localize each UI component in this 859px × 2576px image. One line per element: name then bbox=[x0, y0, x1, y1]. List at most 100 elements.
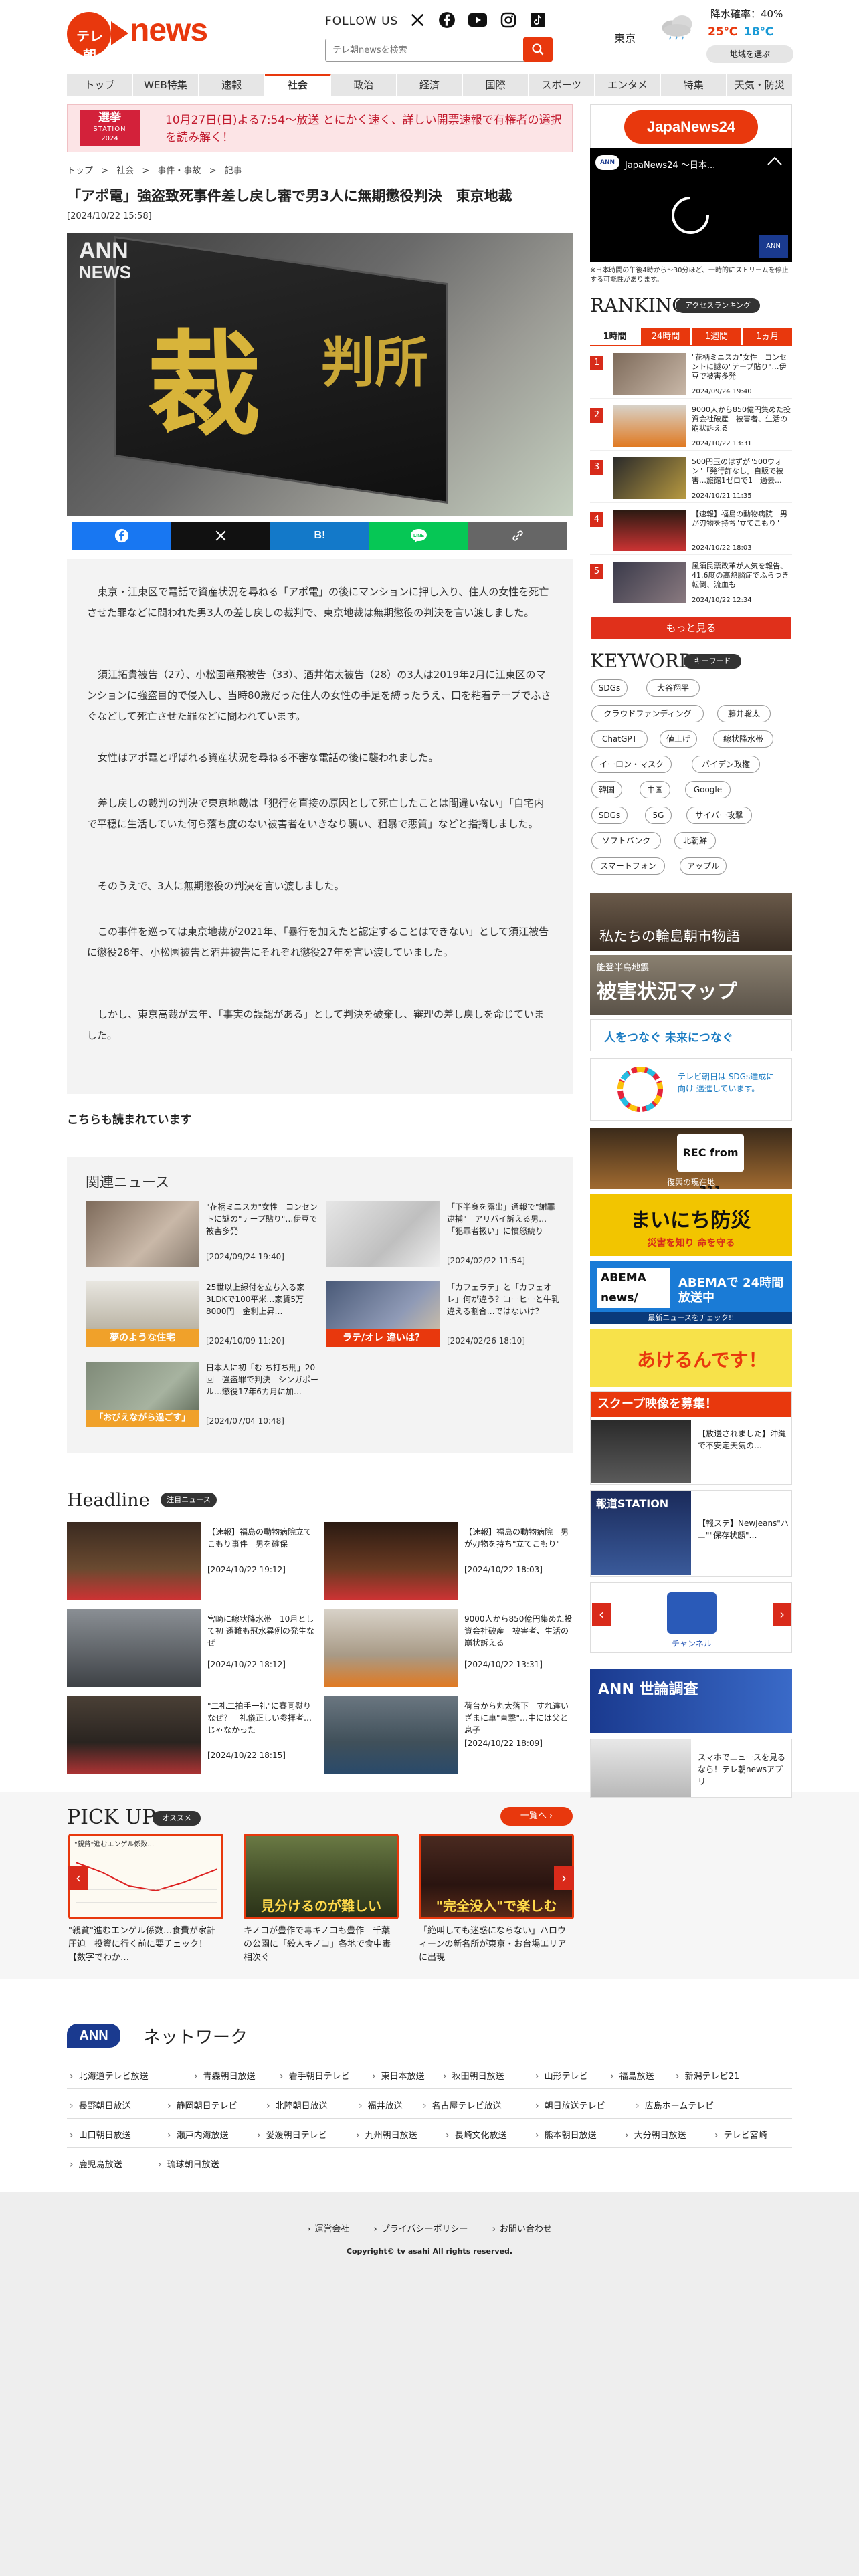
keyword-tag[interactable]: バイデン政権 bbox=[692, 756, 760, 773]
sdgs-banner[interactable]: 人をつなぐ 未来につなぐ bbox=[590, 1019, 792, 1051]
carousel-next-button[interactable]: › bbox=[773, 1603, 791, 1626]
related-item[interactable]: 「おびえながら過ごす」 日本人に初「む ち打ち刑」20回 強盗罪で判決 シンガポ… bbox=[86, 1362, 320, 1428]
nav-item-web-feature[interactable]: WEB特集 bbox=[133, 74, 199, 96]
app-banner[interactable]: スマホでニュースを見るなら！テレ朝newsアプリ bbox=[590, 1739, 792, 1798]
related-item[interactable]: ラテ/オレ 違いは？ 「カフェラテ」と「カフェオレ」何が違う？コーヒーと牛乳違え… bbox=[326, 1281, 561, 1348]
tiktok-icon[interactable] bbox=[529, 11, 547, 29]
footer-link[interactable]: 運営会社 bbox=[307, 2224, 349, 2234]
logo-news-text[interactable]: news bbox=[130, 12, 208, 49]
keyword-tag[interactable]: 中国 bbox=[640, 781, 670, 798]
network-link[interactable]: 鹿児島放送 bbox=[70, 2157, 122, 2170]
headline-item[interactable]: "二礼二拍手一礼"に賽同慰り なぜ？ 礼儀正しい参拝者…じゃなかった [2024… bbox=[67, 1696, 319, 1774]
keyword-tag[interactable]: 大谷翔平 bbox=[646, 679, 700, 697]
facebook-icon[interactable] bbox=[438, 11, 456, 29]
pickup-prev-button[interactable]: ‹ bbox=[68, 1866, 88, 1890]
keyword-tag[interactable]: ChatGPT bbox=[591, 730, 648, 748]
headline-item[interactable]: 宮崎に線状降水帯 10月として初 避難も冠水異例の発生なぜ [2024/10/2… bbox=[67, 1609, 318, 1687]
keyword-tag[interactable]: 5G bbox=[645, 807, 672, 824]
headline-item[interactable]: 【速報】福島の動物病院 男が刃物を持ち"立てこもり" [2024/10/22 1… bbox=[324, 1522, 575, 1600]
network-link[interactable]: 北陸朝日放送 bbox=[266, 2099, 328, 2111]
tab-1month[interactable]: 1ヵ月 bbox=[743, 328, 792, 345]
keyword-tag[interactable]: ソフトバンク bbox=[591, 832, 661, 849]
pickup-item[interactable]: 見分けるのが難しい キノコが豊作で毒キノコも豊作 千葉の公園に「殺人キノコ」各地… bbox=[244, 1834, 399, 1965]
network-link[interactable]: テレビ宮崎 bbox=[714, 2128, 767, 2141]
nav-item-economy[interactable]: 経済 bbox=[397, 74, 463, 96]
search-input[interactable] bbox=[332, 43, 506, 57]
pickup-all-link[interactable]: 一覧へ › bbox=[500, 1807, 573, 1826]
search-button[interactable] bbox=[523, 37, 553, 62]
network-link[interactable]: 瀬戸内海放送 bbox=[167, 2128, 229, 2141]
network-link[interactable]: 山口朝日放送 bbox=[70, 2128, 131, 2141]
network-link[interactable]: 名古屋テレビ放送 bbox=[423, 2099, 502, 2111]
scoop-banner[interactable]: スクープ映像を募集！ 【放送されました】沖縄で不安定天気の… bbox=[590, 1391, 792, 1485]
network-link[interactable]: 朝日放送テレビ bbox=[535, 2099, 605, 2111]
network-link[interactable]: 愛媛朝日テレビ bbox=[257, 2128, 327, 2141]
carousel-prev-button[interactable]: ‹ bbox=[592, 1603, 611, 1626]
network-link[interactable]: 山形テレビ bbox=[535, 2069, 588, 2082]
network-link[interactable]: 琉球朝日放送 bbox=[158, 2157, 219, 2170]
election-banner[interactable]: 選挙 STATION 2024 10月27日(日)よる7:54〜放送 とにかく速… bbox=[67, 104, 573, 152]
breadcrumb-item[interactable]: トップ bbox=[67, 166, 93, 176]
keyword-tag[interactable]: サイバー攻撃 bbox=[686, 807, 752, 824]
network-link[interactable]: 青森朝日放送 bbox=[194, 2069, 256, 2082]
network-link[interactable]: 新潟テレビ21 bbox=[676, 2069, 740, 2082]
rec311-banner[interactable]: REC from 311 復興の現在地 bbox=[590, 1128, 792, 1189]
akedan-banner[interactable]: あけるんです！ bbox=[590, 1329, 792, 1387]
noto-map-banner[interactable]: 能登半島地震 被害状況マップ bbox=[590, 955, 792, 1015]
related-item[interactable]: 夢のような住宅 25世以上緑付を立ち入る家 3LDKで100平米…家賃5万800… bbox=[86, 1281, 320, 1348]
tab-1week[interactable]: 1週間 bbox=[692, 328, 741, 345]
network-link[interactable]: 大分朝日放送 bbox=[625, 2128, 686, 2141]
ranking-more-button[interactable]: もっと見る bbox=[591, 617, 791, 639]
keyword-tag[interactable]: 北朝鮮 bbox=[674, 832, 716, 849]
network-link[interactable]: 東日本放送 bbox=[372, 2069, 425, 2082]
keyword-tag[interactable]: SDGs bbox=[591, 807, 628, 824]
headline-item[interactable]: 9000人から850億円集めた投資会社破産 被害者、生活の崩状訴える [2024… bbox=[324, 1609, 575, 1687]
ranking-item[interactable]: 4 【速報】福島の動物病院 男が刃物を持ち"立てこもり" 2024/10/22 … bbox=[590, 508, 792, 555]
network-link[interactable]: 福島放送 bbox=[610, 2069, 654, 2082]
nav-item-politics[interactable]: 政治 bbox=[331, 74, 397, 96]
logo-tv-text[interactable]: テレ朝 bbox=[71, 25, 108, 64]
pickup-item[interactable]: "親貧"進むエンゲル係数… "親貧"進むエンゲル係数…食費が家計圧迫 投資に行く… bbox=[68, 1834, 223, 1965]
keyword-tag[interactable]: 韓国 bbox=[591, 781, 622, 798]
footer-link[interactable]: お問い合わせ bbox=[492, 2224, 552, 2234]
ranking-item[interactable]: 3 500円玉のはずが"500ウォン"「発行許なし」自販で被害…旅館1ゼロで1 … bbox=[590, 456, 792, 503]
nav-item-breaking[interactable]: 速報 bbox=[199, 74, 265, 96]
network-link[interactable]: 広島ホームテレビ bbox=[636, 2099, 714, 2111]
tab-1hour[interactable]: 1時間 bbox=[590, 328, 640, 345]
nav-item-sports[interactable]: スポーツ bbox=[529, 74, 595, 96]
nav-item-weather[interactable]: 天気・防災 bbox=[727, 74, 792, 96]
ranking-item[interactable]: 1 "花柄ミニスカ"女性 コンセントに謎の"テープ貼り"…伊豆で被害多発 202… bbox=[590, 352, 792, 399]
share-line-button[interactable]: LINE bbox=[369, 522, 468, 550]
sdgs-wheel-banner[interactable]: テレビ朝日は SDGs達成に向け 邁進しています。 bbox=[590, 1058, 792, 1121]
network-link[interactable]: 長崎文化放送 bbox=[446, 2128, 507, 2141]
keyword-tag[interactable]: Google bbox=[685, 781, 731, 798]
network-link[interactable]: 静岡朝日テレビ bbox=[167, 2099, 237, 2111]
nav-item-international[interactable]: 国際 bbox=[463, 74, 529, 96]
share-copy-link-button[interactable] bbox=[468, 522, 567, 550]
japannews24-banner[interactable]: JapaNews24 bbox=[590, 104, 792, 148]
network-link[interactable]: 熊本朝日放送 bbox=[535, 2128, 597, 2141]
keyword-tag[interactable]: スマートフォン bbox=[591, 857, 665, 875]
instagram-icon[interactable] bbox=[499, 11, 518, 29]
headline-item[interactable]: 荷台から丸太落下 すれ違いざまに車"直撃"…中には父と息子 [2024/10/2… bbox=[324, 1696, 575, 1774]
network-link[interactable]: 福井放送 bbox=[359, 2099, 403, 2111]
breadcrumb-item[interactable]: 事件・事故 bbox=[157, 166, 201, 176]
keyword-tag[interactable]: SDGs bbox=[591, 679, 628, 697]
related-item[interactable]: 「下半身を露出」通報で"謝罪逮捕" アリバイ訴える男…「犯罪者扱い」に憤怒続り … bbox=[326, 1201, 561, 1268]
ranking-item[interactable]: 5 風須民票改革が人気を報告、41.6度の高熱脳症でふらつき転倒、流血も 202… bbox=[590, 560, 792, 607]
x-icon[interactable] bbox=[408, 11, 427, 29]
nav-item-entertainment[interactable]: エンタメ bbox=[595, 74, 661, 96]
share-hatena-button[interactable]: B! bbox=[270, 522, 369, 550]
share-x-button[interactable] bbox=[171, 522, 270, 550]
pick-area-button[interactable]: 地域を選ぶ bbox=[706, 45, 793, 63]
keyword-tag[interactable]: 値上げ bbox=[660, 730, 697, 748]
headline-item[interactable]: 【速報】福島の動物病院立てこもり事件 男を確保 [2024/10/22 19:1… bbox=[67, 1522, 318, 1600]
breadcrumb-item[interactable]: 社会 bbox=[116, 166, 134, 176]
nav-item-special[interactable]: 特集 bbox=[661, 74, 727, 96]
share-facebook-button[interactable] bbox=[72, 522, 171, 550]
pickup-next-button[interactable]: › bbox=[554, 1866, 574, 1890]
survey-banner[interactable]: ANN 世論調査 bbox=[590, 1669, 792, 1733]
keyword-tag[interactable]: クラウドファンディング bbox=[591, 705, 704, 722]
keyword-tag[interactable]: 線状降水帯 bbox=[713, 730, 773, 748]
keyword-tag[interactable]: アップル bbox=[680, 857, 727, 875]
